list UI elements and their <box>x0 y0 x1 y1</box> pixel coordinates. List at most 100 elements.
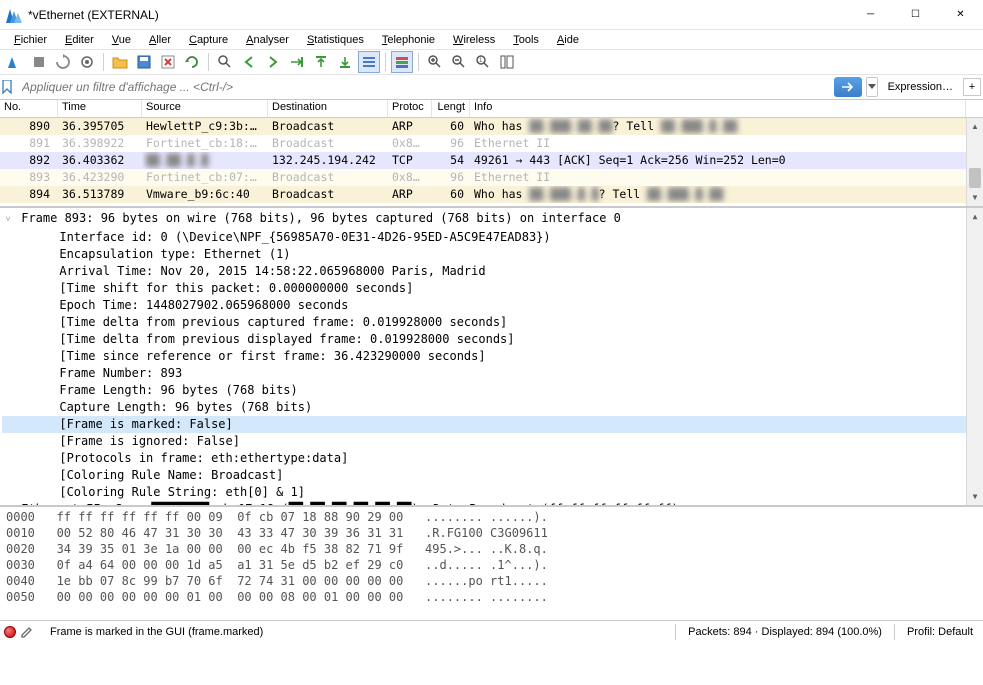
zoom-in-button[interactable] <box>424 51 446 73</box>
window-titlebar: *vEthernet (EXTERNAL) ─ ☐ ✕ <box>0 0 983 30</box>
reload-file-button[interactable] <box>181 51 203 73</box>
capture-options-button[interactable] <box>76 51 98 73</box>
go-to-packet-button[interactable] <box>286 51 308 73</box>
autoscroll-button[interactable] <box>358 51 380 73</box>
scrollbar-thumb[interactable] <box>969 168 981 188</box>
detail-field[interactable]: [Coloring Rule Name: Broadcast] <box>2 467 983 484</box>
close-file-icon <box>160 54 176 70</box>
detail-field[interactable]: Arrival Time: Nov 20, 2015 14:58:22.0659… <box>2 263 983 280</box>
packet-row[interactable]: 89436.513789Vmware_b9:6c:40BroadcastARP6… <box>0 186 983 203</box>
filter-expression-button[interactable]: Expression… <box>882 81 959 93</box>
detail-field[interactable]: Frame Number: 893 <box>2 365 983 382</box>
col-src[interactable]: Source <box>142 100 268 117</box>
menu-edit[interactable]: Editer <box>57 32 102 48</box>
packet-list[interactable]: ▲ ▼ 89036.395705HewlettP_c9:3b:…Broadcas… <box>0 118 983 208</box>
hex-row[interactable]: 0040 1e bb 07 8c 99 b7 70 6f 72 74 31 00… <box>6 573 983 589</box>
go-back-button[interactable] <box>238 51 260 73</box>
scroll-up-icon[interactable]: ▲ <box>967 208 983 225</box>
open-file-button[interactable] <box>109 51 131 73</box>
details-scrollbar[interactable]: ▲ ▼ <box>966 208 983 505</box>
menu-wireless[interactable]: Wireless <box>445 32 503 48</box>
packet-row[interactable]: 89236.403362██.██.█.█132.245.194.242TCP5… <box>0 152 983 169</box>
detail-field[interactable]: [Time since reference or first frame: 36… <box>2 348 983 365</box>
col-proto[interactable]: Protoc <box>388 100 432 117</box>
colorize-button[interactable] <box>391 51 413 73</box>
detail-field[interactable]: [Time delta from previous displayed fram… <box>2 331 983 348</box>
menu-go[interactable]: Aller <box>141 32 179 48</box>
go-first-button[interactable] <box>310 51 332 73</box>
packet-bytes-pane[interactable]: 0000 ff ff ff ff ff ff 00 09 0f cb 07 18… <box>0 507 983 621</box>
zoom-out-button[interactable] <box>448 51 470 73</box>
menu-statistics[interactable]: Statistiques <box>299 32 372 48</box>
detail-field[interactable]: [Time delta from previous captured frame… <box>2 314 983 331</box>
columns-icon <box>499 54 515 70</box>
hex-row[interactable]: 0030 0f a4 64 00 00 00 1d a5 a1 31 5e d5… <box>6 557 983 573</box>
detail-field[interactable]: Capture Length: 96 bytes (768 bits) <box>2 399 983 416</box>
scroll-up-icon[interactable]: ▲ <box>967 118 983 135</box>
apply-filter-button[interactable] <box>834 77 862 97</box>
search-icon <box>217 54 233 70</box>
zoom-reset-button[interactable]: 1 <box>472 51 494 73</box>
display-filter-bar: Expression… + <box>0 75 983 100</box>
scroll-down-icon[interactable]: ▼ <box>967 488 983 505</box>
detail-field[interactable]: Encapsulation type: Ethernet (1) <box>2 246 983 263</box>
stop-capture-button[interactable] <box>28 51 50 73</box>
detail-field[interactable]: Epoch Time: 1448027902.065968000 seconds <box>2 297 983 314</box>
add-filter-button[interactable]: + <box>963 78 981 96</box>
col-info[interactable]: Info <box>470 100 966 117</box>
close-button[interactable]: ✕ <box>938 0 983 29</box>
menu-analyze[interactable]: Analyser <box>238 32 297 48</box>
menu-view[interactable]: Vue <box>104 32 139 48</box>
restart-capture-button[interactable] <box>52 51 74 73</box>
colorize-icon <box>394 54 410 70</box>
detail-field[interactable]: [Frame is ignored: False] <box>2 433 983 450</box>
detail-field[interactable]: [Coloring Rule String: eth[0] & 1] <box>2 484 983 501</box>
col-time[interactable]: Time <box>58 100 142 117</box>
status-bar: Frame is marked in the GUI (frame.marked… <box>0 621 983 643</box>
collapse-icon[interactable]: ˅ <box>2 212 14 229</box>
chevron-down-icon <box>868 84 876 90</box>
packet-details-pane[interactable]: ▲ ▼ ˅ Frame 893: 96 bytes on wire (768 b… <box>0 208 983 507</box>
scroll-down-icon[interactable]: ▼ <box>967 189 983 206</box>
menu-telephony[interactable]: Telephonie <box>374 32 443 48</box>
menu-capture[interactable]: Capture <box>181 32 236 48</box>
hex-row[interactable]: 0050 00 00 00 00 00 00 01 00 00 00 08 00… <box>6 589 983 605</box>
status-message: Frame is marked in the GUI (frame.marked… <box>38 626 263 638</box>
display-filter-input[interactable] <box>18 76 830 98</box>
go-last-button[interactable] <box>334 51 356 73</box>
detail-field[interactable]: [Time shift for this packet: 0.000000000… <box>2 280 983 297</box>
minimize-button[interactable]: ─ <box>848 0 893 29</box>
menu-tools[interactable]: Tools <box>505 32 547 48</box>
packet-row[interactable]: 89036.395705HewlettP_c9:3b:…BroadcastARP… <box>0 118 983 135</box>
arrow-right-icon <box>266 55 280 69</box>
expert-info-button[interactable] <box>4 626 16 638</box>
menu-file[interactable]: Fichier <box>6 32 55 48</box>
menu-help[interactable]: Aide <box>549 32 587 48</box>
hex-row[interactable]: 0020 34 39 35 01 3e 1a 00 00 00 ec 4b f5… <box>6 541 983 557</box>
col-no[interactable]: No. <box>0 100 58 117</box>
frame-node[interactable]: ˅ Frame 893: 96 bytes on wire (768 bits)… <box>2 210 983 229</box>
detail-field[interactable]: Interface id: 0 (\Device\NPF_{56985A70-0… <box>2 229 983 246</box>
close-file-button[interactable] <box>157 51 179 73</box>
start-capture-button[interactable] <box>4 51 26 73</box>
packet-list-scrollbar[interactable]: ▲ ▼ <box>966 118 983 206</box>
hex-row[interactable]: 0000 ff ff ff ff ff ff 00 09 0f cb 07 18… <box>6 509 983 525</box>
bookmark-icon[interactable] <box>0 77 14 97</box>
packet-row[interactable]: 89336.423290Fortinet_cb:07:…Broadcast0x8… <box>0 169 983 186</box>
detail-field[interactable]: Frame Length: 96 bytes (768 bits) <box>2 382 983 399</box>
detail-field[interactable]: [Frame is marked: False] <box>2 416 983 433</box>
detail-field[interactable]: [Protocols in frame: eth:ethertype:data] <box>2 450 983 467</box>
status-profile[interactable]: Profil: Default <box>901 626 979 638</box>
go-forward-button[interactable] <box>262 51 284 73</box>
packet-row[interactable]: 89136.398922Fortinet_cb:18:…Broadcast0x8… <box>0 135 983 152</box>
col-dst[interactable]: Destination <box>268 100 388 117</box>
resize-columns-button[interactable] <box>496 51 518 73</box>
col-len[interactable]: Lengt <box>432 100 470 117</box>
maximize-button[interactable]: ☐ <box>893 0 938 29</box>
find-packet-button[interactable] <box>214 51 236 73</box>
zoom-reset-icon: 1 <box>475 54 491 70</box>
save-file-button[interactable] <box>133 51 155 73</box>
hex-row[interactable]: 0010 00 52 80 46 47 31 30 30 43 33 47 30… <box>6 525 983 541</box>
edit-icon[interactable] <box>20 625 34 639</box>
filter-dropdown[interactable] <box>866 77 878 97</box>
